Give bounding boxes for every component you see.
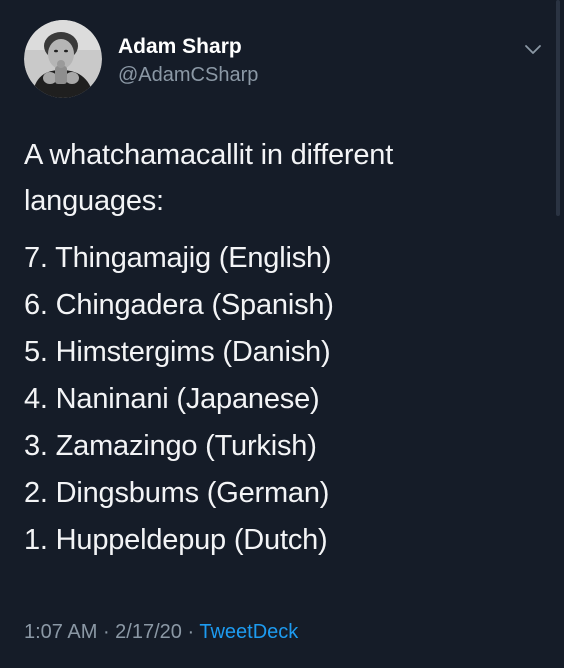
author-display-name[interactable]: Adam Sharp bbox=[118, 34, 258, 60]
list-item: 3. Zamazingo (Turkish) bbox=[24, 430, 317, 462]
tweet-intro-line: A whatchamacallit in different bbox=[24, 139, 394, 171]
chevron-down-icon bbox=[525, 45, 541, 54]
avatar[interactable] bbox=[24, 20, 102, 98]
scrollbar[interactable] bbox=[556, 0, 560, 216]
tweet-time[interactable]: 1:07 AM bbox=[24, 621, 97, 643]
tweet-metadata: 1:07 AM · 2/17/20 · TweetDeck bbox=[24, 618, 298, 646]
tweet-card: Adam Sharp @AdamCSharp A whatchamacallit… bbox=[0, 0, 564, 668]
tweet-header: Adam Sharp @AdamCSharp bbox=[24, 20, 258, 98]
tweet-menu-button[interactable] bbox=[522, 38, 544, 60]
tweet-list: 7. Thingamajig (English) 6. Chingadera (… bbox=[24, 235, 544, 564]
tweet-text: A whatchamacallit in different languages… bbox=[24, 132, 544, 564]
tweet-intro-line: languages: bbox=[24, 185, 164, 217]
list-item: 1. Huppeldepup (Dutch) bbox=[24, 524, 328, 556]
list-item: 6. Chingadera (Spanish) bbox=[24, 289, 334, 321]
list-item: 5. Himstergims (Danish) bbox=[24, 336, 331, 368]
list-item: 7. Thingamajig (English) bbox=[24, 242, 332, 274]
tweet-date[interactable]: 2/17/20 bbox=[115, 621, 182, 643]
meta-separator: · bbox=[97, 621, 116, 643]
profile-photo-icon bbox=[24, 20, 102, 98]
list-item: 2. Dingsbums (German) bbox=[24, 477, 330, 509]
author-names: Adam Sharp @AdamCSharp bbox=[118, 34, 258, 88]
tweet-source-link[interactable]: TweetDeck bbox=[199, 621, 298, 643]
meta-separator: · bbox=[181, 621, 200, 643]
author-handle[interactable]: @AdamCSharp bbox=[118, 62, 258, 88]
list-item: 4. Naninani (Japanese) bbox=[24, 383, 320, 415]
